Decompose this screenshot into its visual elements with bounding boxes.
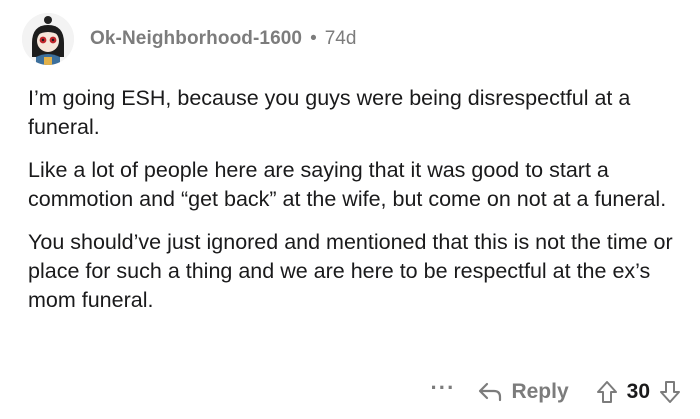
reply-arrow-icon: [477, 381, 503, 403]
vote-score: 30: [626, 380, 650, 403]
comment-paragraph: I’m going ESH, because you guys were bei…: [28, 86, 631, 139]
author-username[interactable]: Ok-Neighborhood-1600: [90, 28, 302, 50]
comment: Ok-Neighborhood-1600 • 74d I’m going ESH…: [0, 0, 700, 419]
meta-separator: •: [310, 28, 317, 49]
comment-header: Ok-Neighborhood-1600 • 74d: [22, 8, 356, 70]
comment-paragraph: Like a lot of people here are saying tha…: [28, 158, 667, 211]
avatar[interactable]: [22, 13, 74, 65]
avatar-icon: [22, 13, 74, 65]
comment-body: I’m going ESH, because you guys were bei…: [28, 84, 678, 329]
downvote-arrow-icon[interactable]: [658, 379, 682, 405]
more-options-button[interactable]: ···: [430, 377, 455, 407]
reply-label: Reply: [511, 380, 569, 403]
vote-controls: 30: [595, 379, 682, 405]
upvote-arrow-icon[interactable]: [595, 379, 619, 405]
reply-button[interactable]: Reply: [477, 380, 569, 404]
comment-actions: ··· Reply 30: [430, 372, 682, 412]
comment-paragraph: You should’ve just ignored and mentioned…: [28, 230, 673, 312]
comment-age[interactable]: 74d: [325, 28, 357, 50]
